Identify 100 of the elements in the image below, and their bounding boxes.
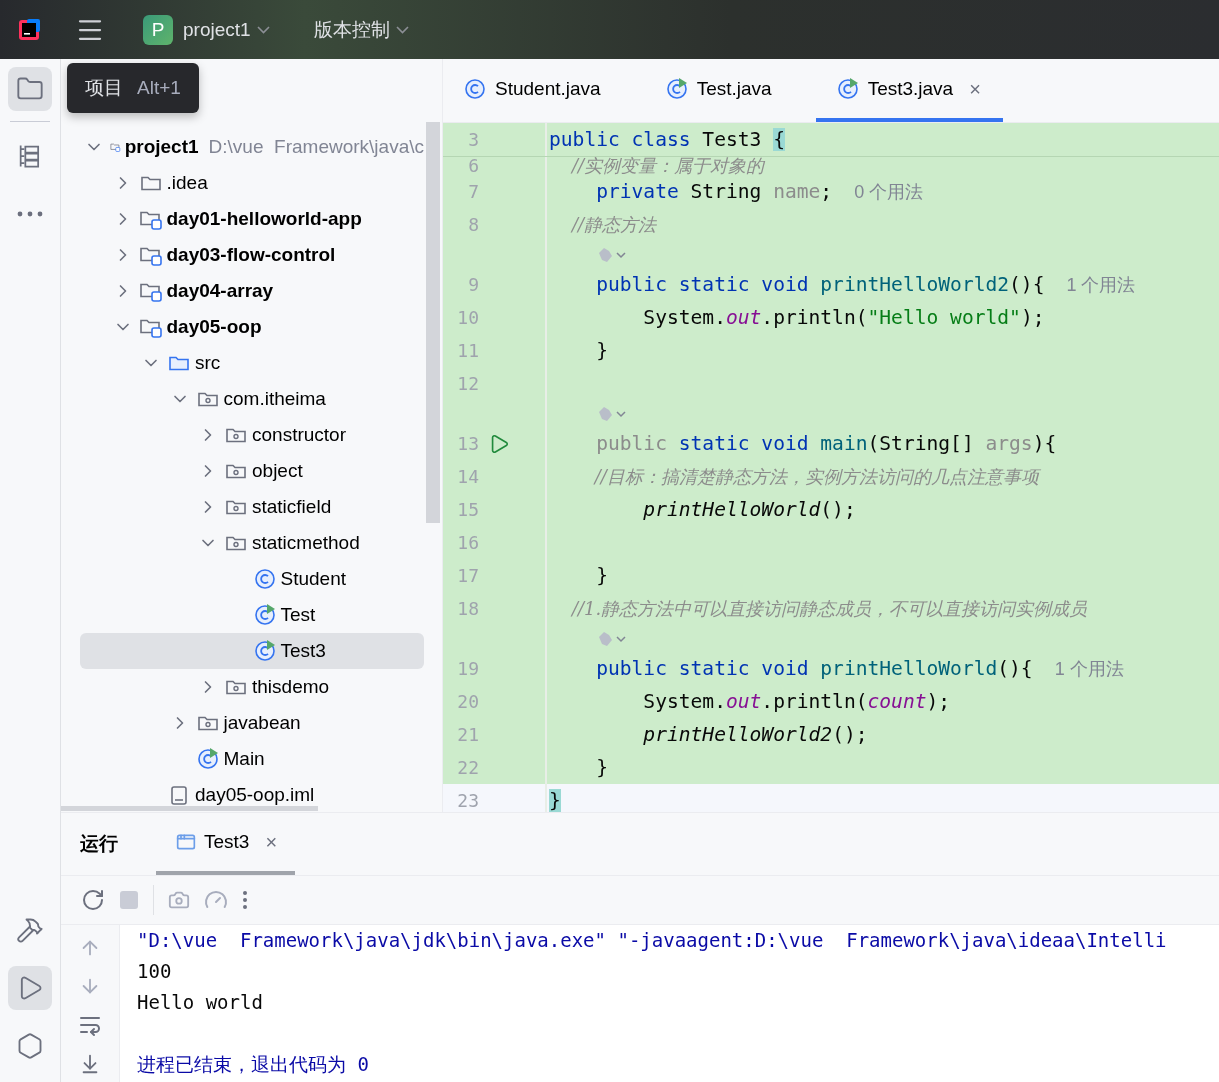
code-token: } [595, 564, 608, 587]
console-line: 进程已结束，退出代码为 0 [137, 1052, 370, 1077]
editor-tab[interactable]: Test.java [644, 59, 794, 122]
tree-item[interactable]: Test [80, 597, 424, 633]
tree-label: thisdemo [252, 676, 330, 698]
tree-label: day04-array [166, 280, 274, 302]
code-token: System. [642, 306, 726, 329]
editor-tab[interactable]: Student.java [443, 59, 623, 122]
line-number: 14 [456, 466, 479, 487]
code-token: private [595, 180, 679, 203]
line-number: 12 [456, 373, 479, 394]
line-number: 23 [456, 790, 479, 811]
line-number: 17 [456, 565, 479, 586]
file-icon [171, 785, 187, 805]
tree-label: Main [223, 748, 265, 770]
class-icon [463, 76, 487, 101]
line-number: 9 [467, 274, 479, 295]
code-token: { [773, 128, 785, 151]
tree-item[interactable]: javabean [80, 705, 424, 741]
code-token: //静态方法 [569, 212, 656, 237]
code-token: .println( [761, 306, 868, 329]
code-token: name [773, 180, 821, 203]
code-token: "Hello world" [867, 306, 1021, 329]
code-token: ); [926, 690, 951, 713]
project-dropdown[interactable]: project1 [183, 18, 270, 41]
runnable-class-icon [664, 76, 689, 101]
tree-item[interactable]: staticfield [80, 489, 424, 525]
console-line: Hello world [137, 990, 264, 1015]
tree-label: Test3 [280, 640, 326, 662]
camera-button[interactable] [168, 889, 190, 911]
close-button[interactable]: × [265, 832, 278, 852]
code-token: ); [1020, 306, 1045, 329]
line-number: 19 [456, 658, 479, 679]
more-icon [17, 211, 43, 217]
tree-label: Student [280, 568, 346, 590]
tree-label: staticmethod [252, 532, 360, 554]
code-token: } [595, 756, 608, 779]
tab-label: Test3 [204, 831, 250, 853]
close-button[interactable]: × [969, 78, 981, 99]
tab-label: Test.java [696, 77, 772, 100]
code-token: ; [820, 180, 833, 203]
line-number: 21 [456, 724, 479, 745]
code-token: (String[] [867, 432, 975, 455]
vcs-dropdown[interactable]: 版本控制 [313, 16, 409, 43]
run-tab[interactable]: Test3 × [156, 813, 296, 875]
code-token: String [689, 180, 763, 203]
code-token: printHelloWorld2 [819, 273, 1010, 296]
code-token: public [595, 432, 667, 455]
code-token: args [985, 432, 1033, 455]
line-number: 11 [456, 340, 479, 361]
tree-item[interactable]: day05-oop [80, 309, 424, 345]
code-token: (); [832, 723, 868, 746]
console-line: "D:\vue Framework\java\jdk\bin\java.exe" "-javaagent:D:\vue Framework\java\ideaa\Intelli [137, 928, 1167, 953]
line-number: 6 [467, 157, 479, 175]
tree-item[interactable]: day03-flow-control [80, 237, 424, 273]
tree-item[interactable]: staticmethod [80, 525, 424, 561]
tree-item[interactable]: thisdemo [80, 669, 424, 705]
tree-label: day03-flow-control [166, 244, 336, 266]
code-token: //1.静态方法中可以直接访问静态成员，不可以直接访问实例成员 [569, 596, 1088, 621]
tree-item[interactable]: object [80, 453, 424, 489]
tree-item[interactable]: Student [80, 561, 424, 597]
tree-item[interactable]: day04-array [80, 273, 424, 309]
project-badge: P [143, 14, 173, 45]
code-token: } [549, 789, 561, 812]
line-number: 3 [467, 129, 479, 150]
more-button[interactable] [242, 890, 248, 910]
code-token: Test3 [701, 128, 763, 151]
tree-item[interactable]: day05-oop.iml [80, 777, 424, 812]
tool-window-button[interactable] [8, 67, 52, 111]
code-token: //目标：搞清楚静态方法，实例方法访问的几点注意事项 [592, 464, 1039, 489]
code-token: printHelloWorld [819, 657, 998, 680]
rerun-button[interactable] [81, 888, 105, 912]
tree-label: Test [280, 604, 316, 626]
tree-item[interactable]: Test3 [80, 633, 424, 669]
console-line: 100 [137, 959, 173, 984]
tree-item[interactable]: com.itheima [80, 381, 424, 417]
app-logo[interactable] [17, 17, 41, 42]
line-number: 13 [456, 433, 479, 454]
class-icon [252, 567, 277, 591]
chevron-down-icon [395, 25, 409, 34]
code-token: out [725, 690, 762, 713]
code-token: ){ [1032, 432, 1057, 455]
tree-item[interactable]: src [80, 345, 424, 381]
runnable-class-icon [195, 747, 220, 771]
tool-window-button[interactable] [8, 966, 52, 1010]
tree-label: day05-oop.iml [195, 784, 315, 806]
tree-item[interactable]: constructor [80, 417, 424, 453]
code-token: } [595, 339, 608, 362]
scrollbar[interactable] [426, 122, 440, 523]
chevron-down-icon [256, 25, 270, 34]
scrollbar[interactable] [61, 806, 318, 811]
shortcut-text: Alt+1 [137, 77, 181, 99]
runnable-class-icon [835, 76, 860, 101]
tree-item[interactable]: .idea [80, 165, 424, 201]
line-number: 10 [456, 307, 479, 328]
tree-item[interactable]: day01-helloworld-app [80, 201, 424, 237]
tree-item[interactable]: Main [80, 741, 424, 777]
line-number: 15 [456, 499, 479, 520]
hexagon-icon [16, 1032, 44, 1060]
tree-item[interactable]: project1 D:\vue Framework\java\c [80, 129, 424, 165]
